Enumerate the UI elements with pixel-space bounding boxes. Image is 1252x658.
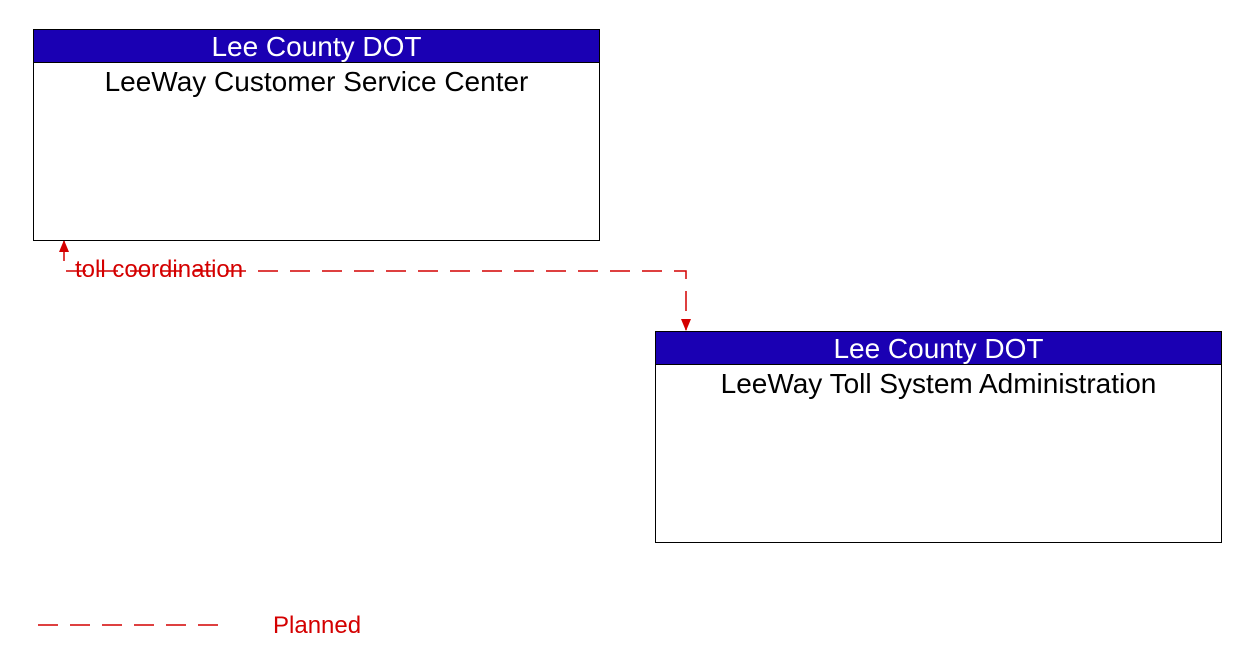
node-title: LeeWay Customer Service Center bbox=[34, 63, 599, 99]
arrowhead-up bbox=[59, 240, 69, 252]
node-header: Lee County DOT bbox=[656, 332, 1221, 365]
node-title: LeeWay Toll System Administration bbox=[656, 365, 1221, 401]
node-header: Lee County DOT bbox=[34, 30, 599, 63]
flow-line-toll-coordination bbox=[64, 241, 686, 330]
node-leeway-customer-service-center: Lee County DOT LeeWay Customer Service C… bbox=[33, 29, 600, 241]
arrowhead-down bbox=[681, 319, 691, 331]
legend-label-planned: Planned bbox=[273, 612, 361, 640]
flow-label-toll-coordination: toll coordination bbox=[75, 256, 243, 284]
node-leeway-toll-system-administration: Lee County DOT LeeWay Toll System Admini… bbox=[655, 331, 1222, 543]
